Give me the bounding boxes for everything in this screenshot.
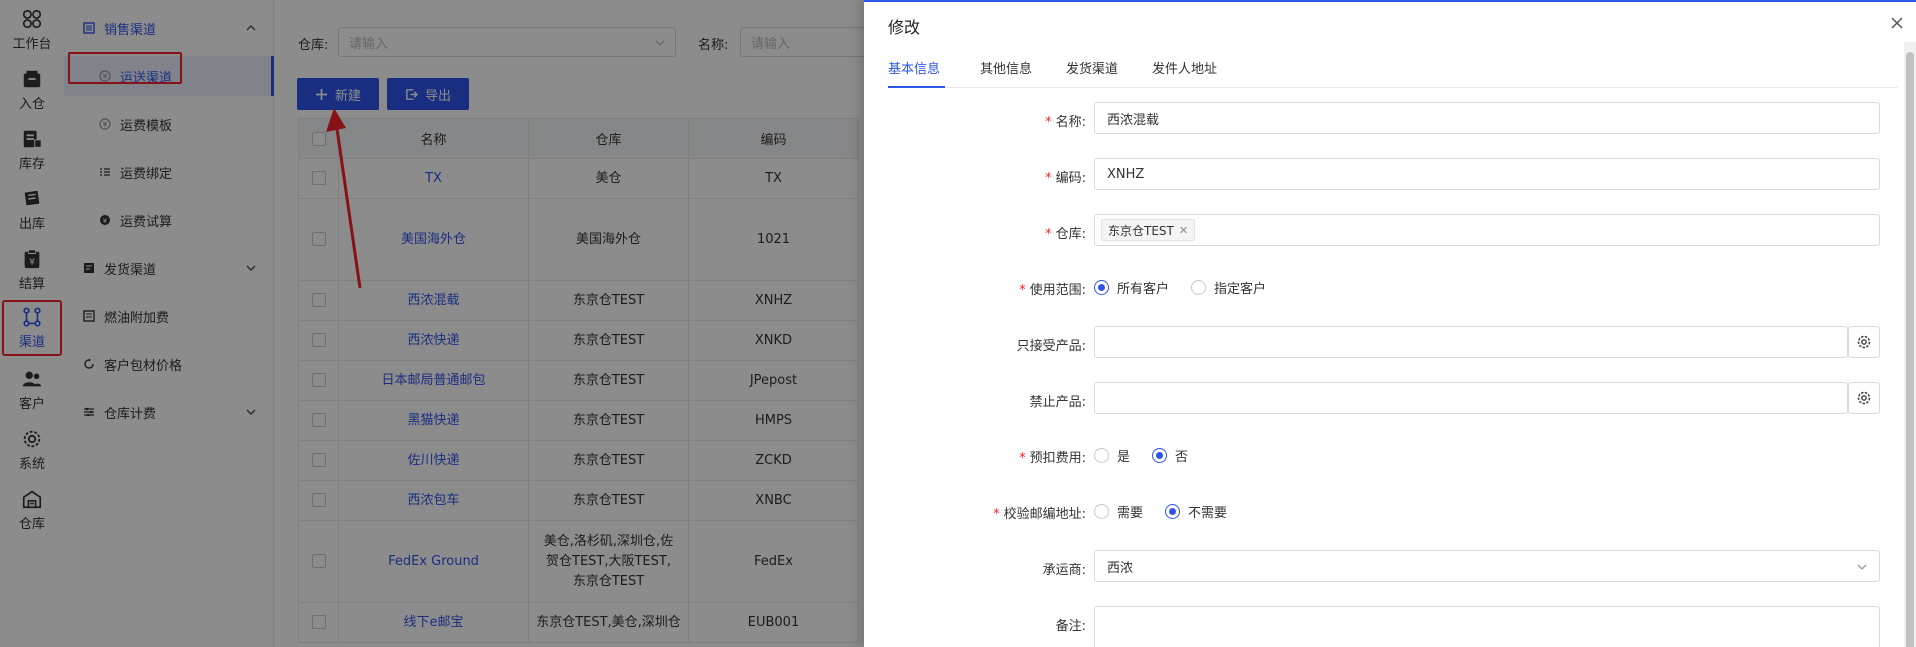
scope-radio-group: 所有客户 指定客户 [1094, 278, 1288, 297]
accept-products-input[interactable] [1094, 326, 1848, 358]
scope-field-label: * 使用范围: [826, 279, 1086, 298]
tab-sender-address[interactable]: 发件人地址 [1152, 58, 1217, 77]
forbid-products-settings-button[interactable] [1848, 382, 1880, 414]
tab-other-info[interactable]: 其他信息 [980, 58, 1032, 77]
label-text: 承运商: [1042, 563, 1086, 578]
zip-noneed-option[interactable]: 不需要 [1165, 502, 1227, 521]
carrier-field-label: 承运商: [826, 559, 1086, 578]
label-text: 仓库: [1055, 227, 1086, 242]
warehouse-field-label: * 仓库: [826, 223, 1086, 242]
input-value: 西浓混载 [1107, 112, 1160, 128]
option-label: 否 [1175, 450, 1189, 465]
required-mark: * [993, 507, 1000, 522]
option-label: 不需要 [1188, 506, 1228, 521]
zip-need-option[interactable]: 需要 [1094, 502, 1143, 521]
carrier-select[interactable]: 西浓 [1094, 550, 1880, 582]
prededuct-radio-group: 是 否 [1094, 446, 1210, 465]
prededuct-yes-option[interactable]: 是 [1094, 446, 1130, 465]
modal-overlay[interactable] [0, 0, 864, 647]
scope-specified-option[interactable]: 指定客户 [1191, 278, 1266, 297]
tag-close-icon[interactable]: ✕ [1179, 224, 1188, 237]
drawer-tabs: 基本信息 其他信息 发货渠道 发件人地址 [888, 56, 1898, 88]
option-label: 所有客户 [1117, 282, 1170, 297]
zip-radio-group: 需要 不需要 [1094, 502, 1249, 521]
code-input[interactable]: XNHZ [1094, 158, 1880, 190]
name-field-label: * 名称: [826, 111, 1086, 130]
tag-label: 东京仓TEST [1108, 223, 1174, 238]
drawer-title: 修改 [888, 18, 921, 37]
gear-icon [1857, 391, 1871, 405]
tab-basic-info[interactable]: 基本信息 [888, 58, 940, 77]
scope-all-option[interactable]: 所有客户 [1094, 278, 1169, 297]
label-text: 只接受产品: [1016, 339, 1086, 354]
select-value: 西浓 [1107, 560, 1134, 576]
label-text: 编码: [1055, 171, 1086, 186]
label-text: 校验邮编地址: [1003, 507, 1086, 522]
radio-unchecked[interactable] [1094, 448, 1109, 463]
label-text: 使用范围: [1029, 283, 1086, 298]
label-text: 预扣费用: [1029, 451, 1086, 466]
option-label: 是 [1117, 450, 1131, 465]
warehouse-tag[interactable]: 东京仓TEST ✕ [1101, 219, 1196, 241]
input-value: XNHZ [1107, 166, 1145, 182]
required-mark: * [1045, 115, 1052, 130]
chevron-down-icon [1857, 564, 1867, 570]
zip-validation-label: * 校验邮编地址: [826, 503, 1086, 522]
scrollbar-thumb[interactable] [1906, 52, 1914, 647]
prededuct-no-option[interactable]: 否 [1152, 446, 1188, 465]
label-text: 禁止产品: [1029, 395, 1086, 410]
forbid-products-input[interactable] [1094, 382, 1848, 414]
label-text: 备注: [1055, 619, 1086, 634]
required-mark: * [1019, 451, 1026, 466]
label-text: 名称: [1055, 115, 1086, 130]
radio-checked[interactable] [1152, 448, 1168, 463]
required-mark: * [1045, 227, 1052, 242]
forbid-products-label: 禁止产品: [826, 391, 1086, 410]
gear-icon [1857, 335, 1871, 349]
prededuct-field-label: * 预扣费用: [826, 447, 1086, 466]
radio-checked[interactable] [1165, 504, 1181, 519]
close-icon[interactable] [1890, 16, 1904, 30]
radio-unchecked[interactable] [1191, 280, 1207, 295]
drawer-scrollbar[interactable] [1904, 42, 1916, 647]
code-field-label: * 编码: [826, 167, 1086, 186]
accept-products-label: 只接受产品: [826, 335, 1086, 354]
active-tab-indicator [888, 86, 945, 88]
required-mark: * [1019, 283, 1026, 298]
warehouse-multiselect[interactable]: 东京仓TEST ✕ [1094, 214, 1880, 246]
remark-field-label: 备注: [826, 615, 1086, 634]
name-input[interactable]: 西浓混载 [1094, 102, 1880, 134]
accept-products-settings-button[interactable] [1848, 326, 1880, 358]
remark-textarea[interactable] [1094, 606, 1880, 647]
radio-unchecked[interactable] [1094, 504, 1109, 519]
option-label: 需要 [1117, 506, 1144, 521]
option-label: 指定客户 [1214, 282, 1267, 297]
radio-checked[interactable] [1094, 280, 1109, 295]
tab-delivery-channel[interactable]: 发货渠道 [1066, 58, 1118, 77]
required-mark: * [1045, 171, 1052, 186]
